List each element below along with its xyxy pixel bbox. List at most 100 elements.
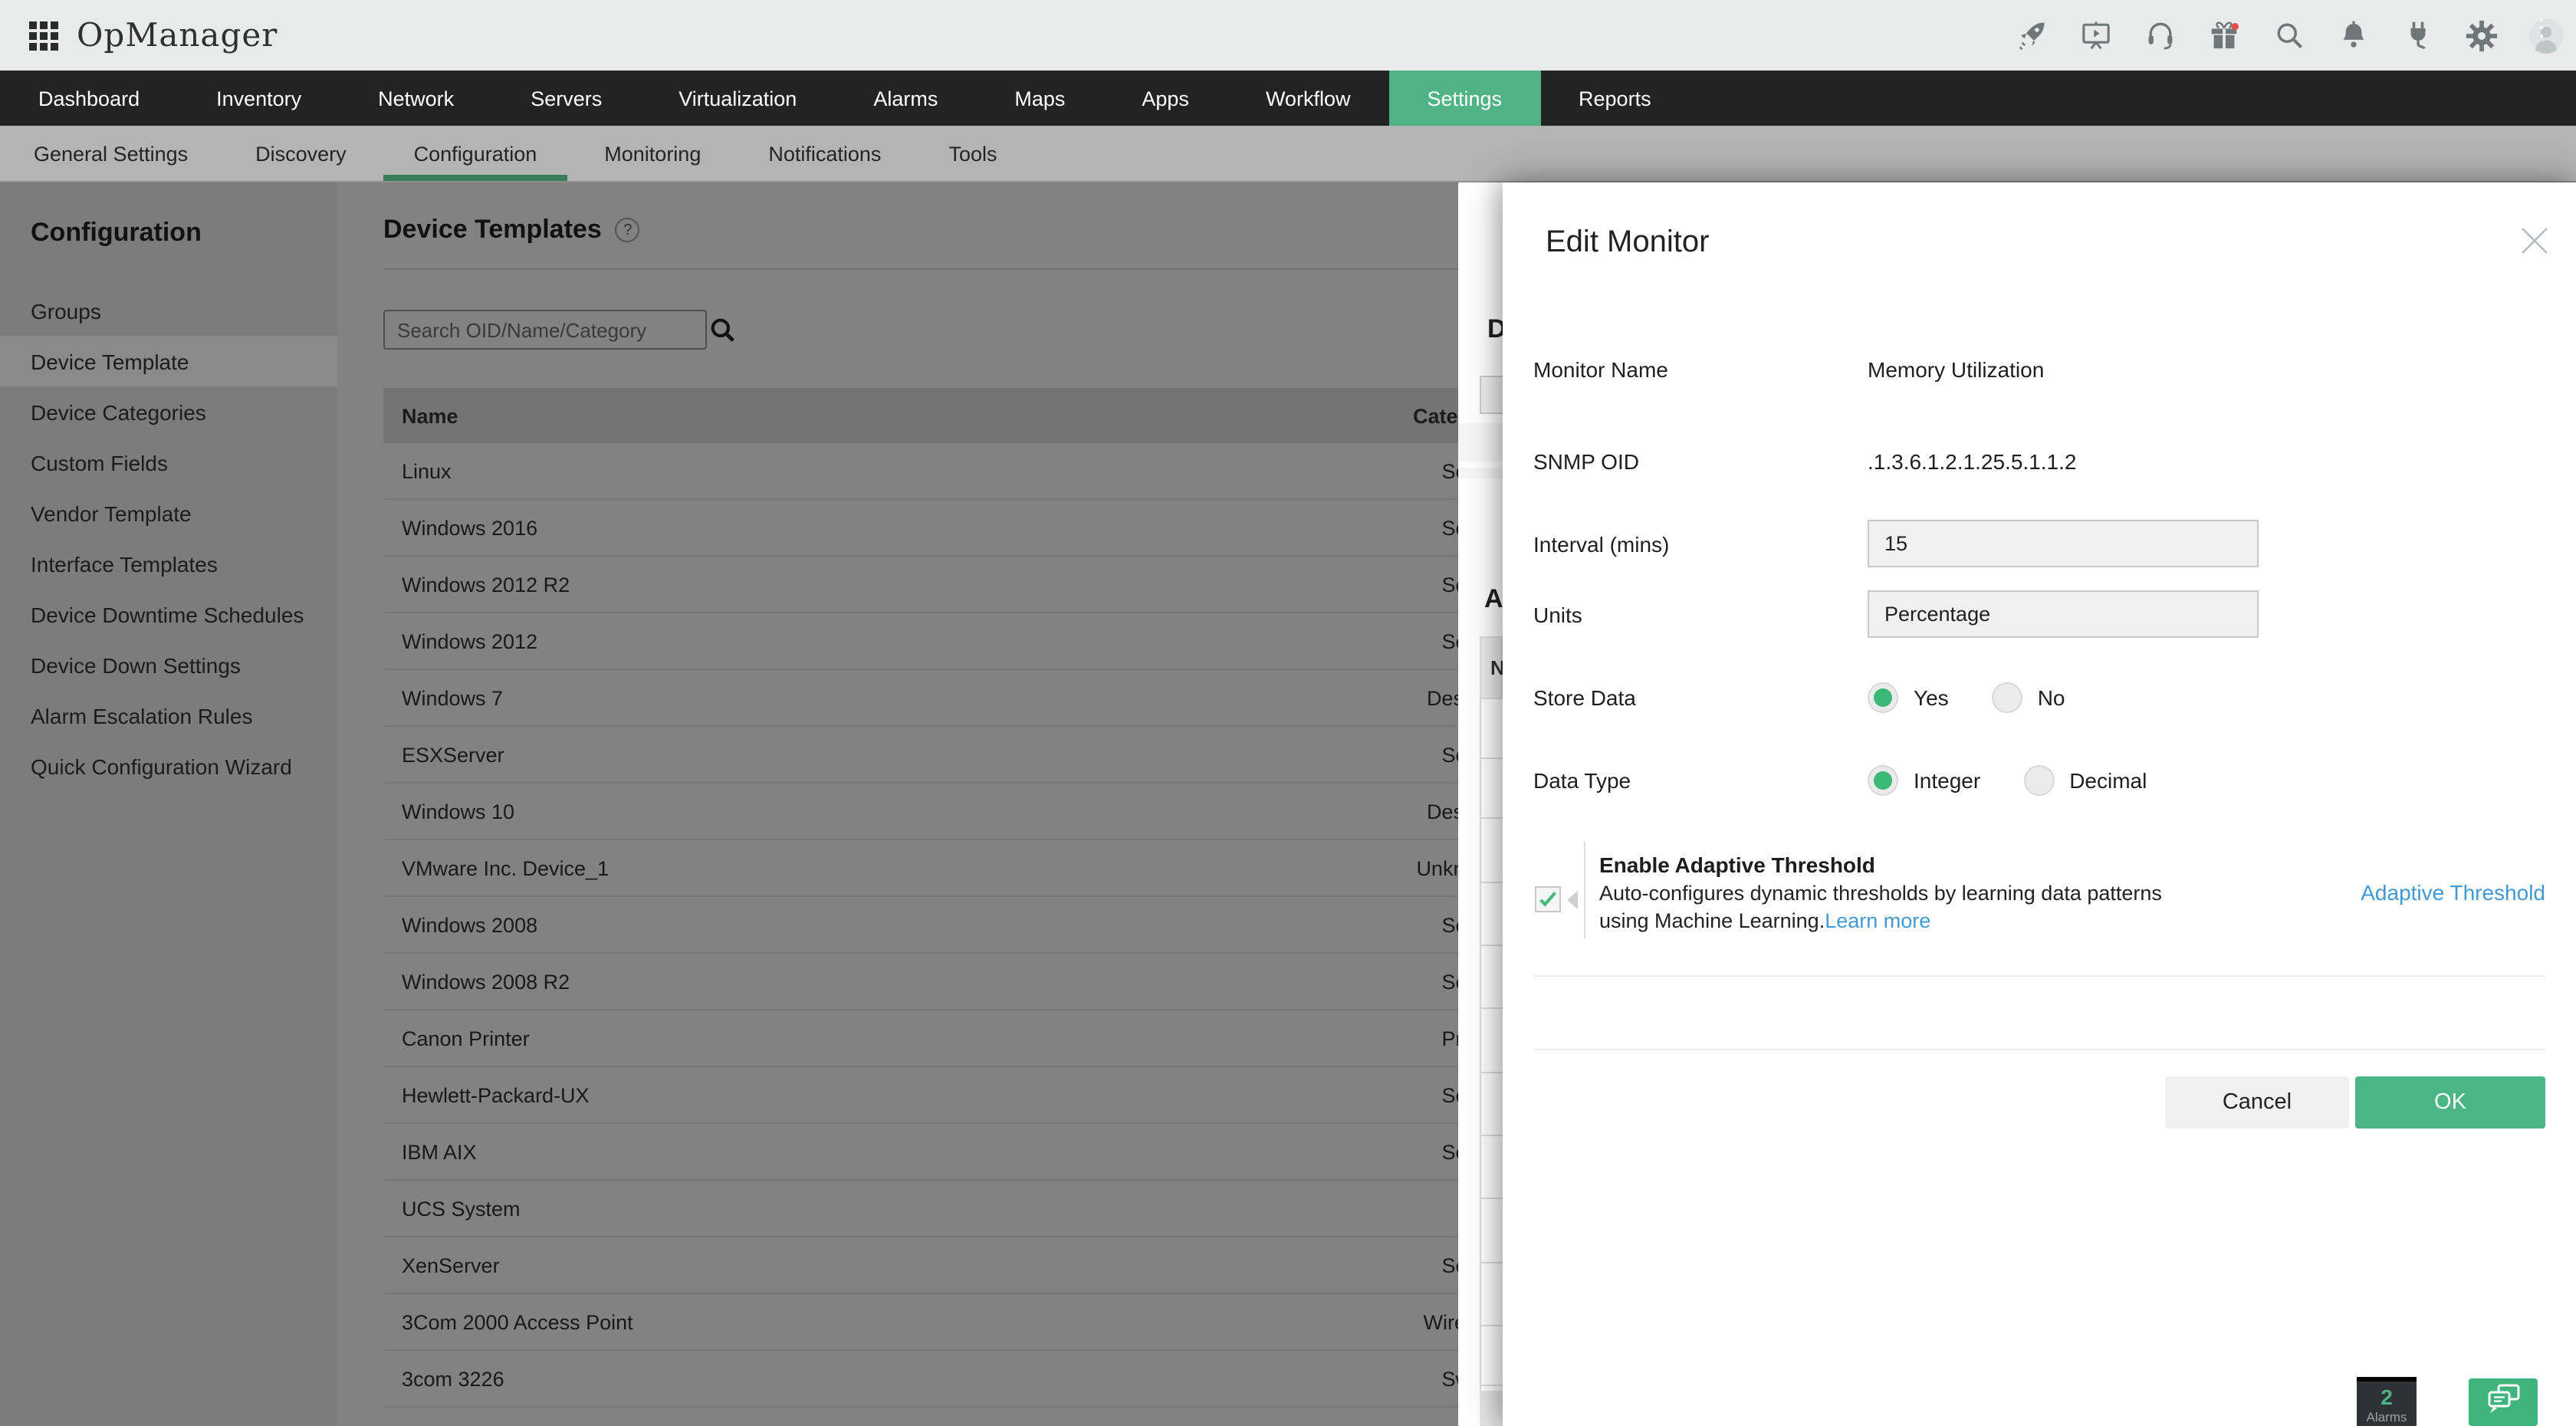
- table-row[interactable]: Windows 2008Server: [383, 897, 1518, 954]
- table-row[interactable]: Windows 7Desktop: [383, 670, 1518, 727]
- adaptive-threshold-title: Enable Adaptive Threshold: [1599, 853, 1875, 877]
- nav-item[interactable]: Maps: [976, 71, 1103, 126]
- interval-label: Interval (mins): [1533, 531, 1868, 556]
- plug-icon[interactable]: [2400, 18, 2435, 53]
- table-row[interactable]: ESXServerServer: [383, 727, 1518, 784]
- nav-item[interactable]: Network: [340, 71, 492, 126]
- column-name[interactable]: Name: [383, 404, 1319, 427]
- sidebar-item[interactable]: Device Template: [0, 336, 337, 386]
- table-row[interactable]: IBM AIXServer: [383, 1124, 1518, 1181]
- sidebar-item[interactable]: Alarm Escalation Rules: [0, 690, 337, 741]
- table-row[interactable]: LinuxServer: [383, 443, 1518, 500]
- background-row-fragment: [1458, 468, 1503, 478]
- rocket-icon[interactable]: [2013, 18, 2049, 53]
- table-row[interactable]: Windows 2012Server: [383, 613, 1518, 670]
- table-search-icon[interactable]: [708, 316, 738, 353]
- settings-subnav: General SettingsDiscoveryConfigurationMo…: [0, 126, 2576, 182]
- nav-item[interactable]: Apps: [1103, 71, 1227, 126]
- chat-button[interactable]: [2469, 1378, 2538, 1426]
- gear-icon[interactable]: [2464, 18, 2499, 53]
- subnav-item[interactable]: Configuration: [380, 126, 571, 181]
- headset-icon[interactable]: [2142, 18, 2177, 53]
- monitor-name-value: Memory Utilization: [1868, 357, 2044, 382]
- topbar: OpManager: [0, 0, 2576, 71]
- data-type-integer-radio[interactable]: [1868, 765, 1898, 796]
- nav-item[interactable]: Virtualization: [640, 71, 835, 126]
- adaptive-threshold-description: Auto-configures dynamic thresholds by le…: [1599, 882, 2162, 905]
- sidebar-list: GroupsDevice TemplateDevice CategoriesCu…: [0, 285, 337, 791]
- checkbox-divider: [1584, 842, 1585, 938]
- pointer-arrow-icon: [1567, 891, 1578, 909]
- nav-item[interactable]: Workflow: [1227, 71, 1389, 126]
- presentation-icon[interactable]: [2078, 18, 2113, 53]
- store-data-yes-radio[interactable]: [1868, 682, 1898, 713]
- cancel-button[interactable]: Cancel: [2165, 1076, 2349, 1129]
- table-row[interactable]: XenServerServer: [383, 1237, 1518, 1294]
- table-row[interactable]: VMware Inc. Device_1Unknown: [383, 840, 1518, 897]
- alarms-count: 2: [2357, 1385, 2417, 1409]
- table-row[interactable]: 3com 3226Switch: [383, 1351, 1518, 1408]
- interval-input[interactable]: [1868, 520, 2259, 567]
- section-divider: [1533, 1049, 2545, 1050]
- snmp-oid-label: SNMP OID: [1533, 449, 1868, 474]
- nav-overflow-icon[interactable]: ⋮: [2530, 0, 2555, 55]
- snmp-oid-row: SNMP OID .1.3.6.1.2.1.25.5.1.1.2: [1533, 446, 2076, 477]
- store-data-no-radio[interactable]: [1992, 682, 2022, 713]
- subnav-item[interactable]: Tools: [915, 126, 1030, 181]
- app-viewport: OpManager: [0, 0, 2576, 1426]
- table-row[interactable]: Hewlett-Packard-UXServer: [383, 1067, 1518, 1124]
- sidebar-item[interactable]: Interface Templates: [0, 538, 337, 589]
- units-input[interactable]: [1868, 590, 2259, 638]
- ok-button[interactable]: OK: [2355, 1076, 2545, 1129]
- table-row[interactable]: Windows 10Desktop: [383, 784, 1518, 840]
- table-row[interactable]: Windows 2016Server: [383, 500, 1518, 557]
- help-icon[interactable]: ?: [616, 218, 640, 242]
- table-row[interactable]: Canon PrinterPrinter: [383, 1010, 1518, 1067]
- store-data-label: Store Data: [1533, 685, 1868, 710]
- sidebar-item[interactable]: Groups: [0, 285, 337, 336]
- close-icon[interactable]: [2518, 224, 2551, 258]
- sidebar-item[interactable]: Quick Configuration Wizard: [0, 741, 337, 791]
- apps-grid-icon[interactable]: [29, 21, 58, 50]
- table-row[interactable]: 3com 3500G-EISwitch: [383, 1408, 1518, 1426]
- adaptive-threshold-checkbox[interactable]: [1535, 886, 1561, 912]
- dialog-title: Edit Monitor: [1546, 225, 1709, 261]
- sidebar-item[interactable]: Custom Fields: [0, 437, 337, 488]
- nav-item[interactable]: Servers: [492, 71, 640, 126]
- background-table-fragment: [1480, 636, 1503, 1420]
- data-type-decimal-radio[interactable]: [2023, 765, 2054, 796]
- search-icon[interactable]: [2271, 18, 2306, 53]
- adaptive-threshold-link[interactable]: Adaptive Threshold: [2361, 880, 2545, 905]
- gift-icon[interactable]: [2206, 18, 2242, 53]
- subnav-item[interactable]: Notifications: [734, 126, 915, 181]
- sidebar-heading: Configuration: [31, 218, 202, 248]
- units-label: Units: [1533, 602, 1868, 626]
- learn-more-link[interactable]: Learn more: [1825, 909, 1930, 932]
- subnav-item[interactable]: Monitoring: [570, 126, 734, 181]
- subnav-item[interactable]: General Settings: [0, 126, 222, 181]
- bell-icon[interactable]: [2335, 18, 2371, 53]
- table-row[interactable]: Windows 2008 R2Server: [383, 954, 1518, 1010]
- background-scroll-fragment: [1480, 1391, 1503, 1426]
- table-row[interactable]: Windows 2012 R2Server: [383, 557, 1518, 613]
- device-templates-table: Name Category LinuxServerWindows 2016Ser…: [383, 388, 1518, 1426]
- nav-item[interactable]: Settings: [1388, 71, 1540, 126]
- data-type-label: Data Type: [1533, 768, 1868, 793]
- table-row[interactable]: 3Com 2000 Access PointWireless: [383, 1294, 1518, 1351]
- alarms-badge[interactable]: 2 Alarms: [2357, 1377, 2417, 1426]
- nav-item[interactable]: Alarms: [835, 71, 976, 126]
- background-panel-sliver: D A N: [1458, 182, 1503, 1426]
- sidebar-item[interactable]: Vendor Template: [0, 488, 337, 538]
- data-type-integer-label: Integer: [1914, 768, 1980, 793]
- subnav-item[interactable]: Discovery: [222, 126, 380, 181]
- edit-monitor-dialog: Edit Monitor Monitor Name Memory Utiliza…: [1503, 182, 2576, 1426]
- nav-item[interactable]: Dashboard: [0, 71, 178, 126]
- units-row: Units: [1533, 590, 1868, 638]
- nav-item[interactable]: Reports: [1540, 71, 1690, 126]
- sidebar-item[interactable]: Device Categories: [0, 386, 337, 437]
- nav-item[interactable]: Inventory: [178, 71, 340, 126]
- table-row[interactable]: UCS SystemUCS: [383, 1181, 1518, 1237]
- search-input[interactable]: [383, 310, 707, 350]
- sidebar-item[interactable]: Device Down Settings: [0, 639, 337, 690]
- sidebar-item[interactable]: Device Downtime Schedules: [0, 589, 337, 639]
